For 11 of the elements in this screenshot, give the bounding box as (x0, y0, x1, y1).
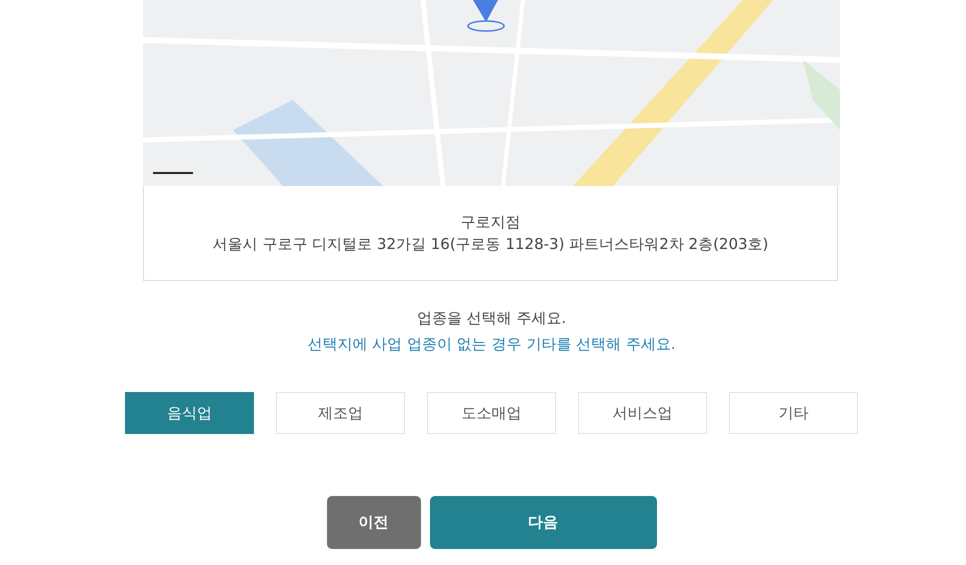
branch-name: 구로지점 (460, 212, 520, 232)
prompt-hint: 선택지에 사업 업종이 없는 경우 기타를 선택해 주세요. (307, 335, 676, 354)
category-option[interactable]: 도소매업 (427, 392, 556, 434)
category-option[interactable]: 기타 (729, 392, 858, 434)
category-option[interactable]: 음식업 (125, 392, 254, 434)
branch-address: 서울시 구로구 디지털로 32가길 16(구로동 1128-3) 파트너스타워2차 2층(203호) (212, 234, 768, 254)
back-button[interactable]: 이전 (326, 496, 420, 549)
category-option[interactable]: 서비스업 (578, 392, 707, 434)
next-button[interactable]: 다음 (430, 496, 656, 549)
category-option[interactable]: 제조업 (276, 392, 405, 434)
prompt-title: 업종을 선택해 주세요. (416, 309, 566, 328)
